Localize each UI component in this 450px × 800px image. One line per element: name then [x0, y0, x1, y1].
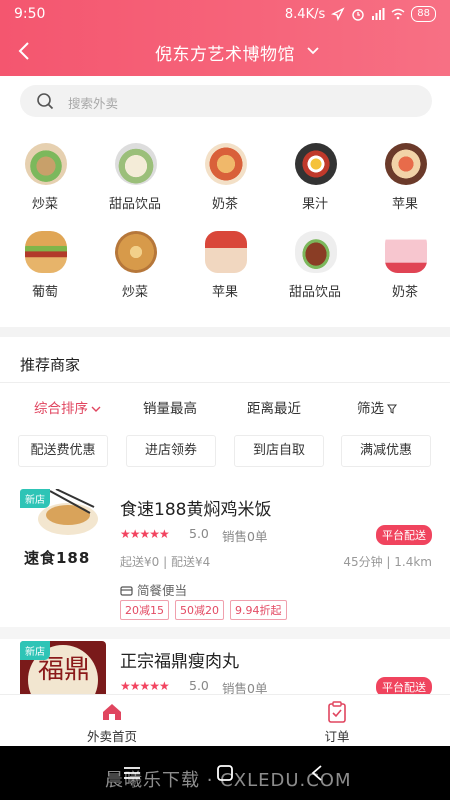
- promo-tag: 50减20: [175, 600, 224, 620]
- filter-label: 筛选: [357, 401, 384, 417]
- rating-value: 5.0: [189, 678, 209, 693]
- category-item[interactable]: 炒菜: [90, 231, 180, 311]
- wifi-icon: [391, 8, 405, 20]
- delivery-info: 起送¥0 | 配送¥4: [120, 555, 211, 569]
- grape-icon: [25, 231, 67, 273]
- status-right: 8.4K/s 88: [285, 6, 436, 22]
- tab-orders-label: 订单: [324, 729, 350, 744]
- sort-sales[interactable]: 销量最高: [143, 397, 197, 417]
- platform-delivery-badge: 平台配送: [376, 525, 432, 545]
- chevron-down-icon: [91, 406, 101, 412]
- header-bar: 9:50 8.4K/s 88 倪东方艺术博物馆: [0, 0, 450, 76]
- apple-icon: [385, 143, 427, 185]
- lunchbox-icon: [120, 586, 133, 596]
- milk-tea-icon: [205, 143, 247, 185]
- signal-icon: [372, 8, 385, 20]
- category-label: 苹果: [211, 285, 238, 300]
- sort-filter[interactable]: 筛选: [357, 397, 397, 417]
- juice-icon: [295, 143, 337, 185]
- promo-list: 20减15 50减20 9.94折起: [120, 600, 287, 620]
- category-item[interactable]: 奶茶: [180, 143, 270, 223]
- shop-name: 食速188黄焖鸡米饭: [120, 500, 272, 520]
- sales-count: 销售0单: [222, 529, 268, 544]
- category-label: 炒菜: [31, 197, 58, 212]
- search-bar[interactable]: 搜索外卖: [20, 85, 432, 117]
- eta-distance: 45分钟 | 1.4km: [343, 555, 432, 569]
- filter-icon: [387, 404, 397, 414]
- section-divider: [0, 327, 450, 337]
- star-rating-icon: ★★★★★: [120, 527, 170, 541]
- tab-home[interactable]: 外卖首页: [52, 701, 172, 745]
- network-speed: 8.4K/s: [284, 6, 326, 22]
- chip-pickup[interactable]: 到店自取: [234, 435, 324, 467]
- category-label: 奶茶: [211, 197, 238, 212]
- dessert-icon: [115, 143, 157, 185]
- meal-category: 简餐便当: [120, 580, 187, 599]
- divider: [0, 382, 450, 383]
- alarm-icon: [352, 9, 364, 21]
- category-label: 苹果: [391, 197, 418, 212]
- section-title: 推荐商家: [20, 356, 81, 374]
- watermark: 晨曦乐下载 · CXLEDU.COM: [105, 770, 352, 791]
- new-store-tag: 新店: [20, 489, 50, 508]
- tab-home-label: 外卖首页: [86, 729, 137, 744]
- new-store-tag: 新店: [20, 641, 50, 660]
- star-rating-icon: ★★★★★: [120, 679, 170, 693]
- search-input[interactable]: 搜索外卖: [68, 93, 118, 112]
- title-bar: 倪东方艺术博物馆: [0, 30, 450, 74]
- meal-label: 简餐便当: [137, 583, 188, 598]
- tab-orders[interactable]: 订单: [277, 701, 397, 745]
- status-time: 9:50: [14, 6, 46, 22]
- category-item[interactable]: 甜品饮品: [90, 143, 180, 223]
- category-item[interactable]: 葡萄: [0, 231, 90, 311]
- category-item[interactable]: 奶茶: [360, 231, 450, 311]
- chip-full-reduction[interactable]: 满减优惠: [341, 435, 431, 467]
- stir-fry-icon: [25, 143, 67, 185]
- category-label: 葡萄: [31, 285, 58, 300]
- status-bar: 9:50 8.4K/s 88: [0, 0, 450, 28]
- milk-tea-icon: [385, 231, 427, 273]
- category-label: 果汁: [301, 197, 328, 212]
- battery-icon: 88: [411, 6, 436, 22]
- category-item[interactable]: 果汁: [270, 143, 360, 223]
- chip-coupon[interactable]: 进店领券: [126, 435, 216, 467]
- clipboard-icon: [328, 701, 346, 723]
- category-label: 奶茶: [391, 285, 418, 300]
- shop-name: 正宗福鼎瘦肉丸: [120, 652, 239, 672]
- sort-distance[interactable]: 距离最近: [247, 397, 301, 417]
- shop-divider: [0, 627, 450, 639]
- category-item[interactable]: 炒菜: [0, 143, 90, 223]
- dessert-icon: [295, 231, 337, 273]
- chip-delivery-discount[interactable]: 配送费优惠: [18, 435, 108, 467]
- chevron-down-icon[interactable]: [306, 44, 320, 58]
- category-item[interactable]: 甜品饮品: [270, 231, 360, 311]
- stir-fry-icon: [115, 231, 157, 273]
- promo-tag: 20减15: [120, 600, 169, 620]
- home-icon: [103, 704, 121, 720]
- category-item[interactable]: 苹果: [360, 143, 450, 223]
- sort-comprehensive[interactable]: 综合排序: [34, 397, 101, 417]
- shop-logo-text: 速食188: [24, 549, 91, 567]
- bottom-tab-bar: 外卖首页 订单: [0, 694, 450, 746]
- category-item[interactable]: 苹果: [180, 231, 270, 311]
- category-label: 甜品饮品: [288, 285, 341, 300]
- category-label: 炒菜: [121, 285, 148, 300]
- apple-icon: [205, 231, 247, 273]
- sort-label: 综合排序: [34, 401, 88, 417]
- promo-tag: 9.94折起: [230, 600, 287, 620]
- location-icon: [331, 7, 345, 21]
- location-title[interactable]: 倪东方艺术博物馆: [0, 40, 450, 65]
- search-icon: [37, 93, 54, 110]
- category-label: 甜品饮品: [108, 197, 161, 212]
- rating-value: 5.0: [189, 526, 209, 541]
